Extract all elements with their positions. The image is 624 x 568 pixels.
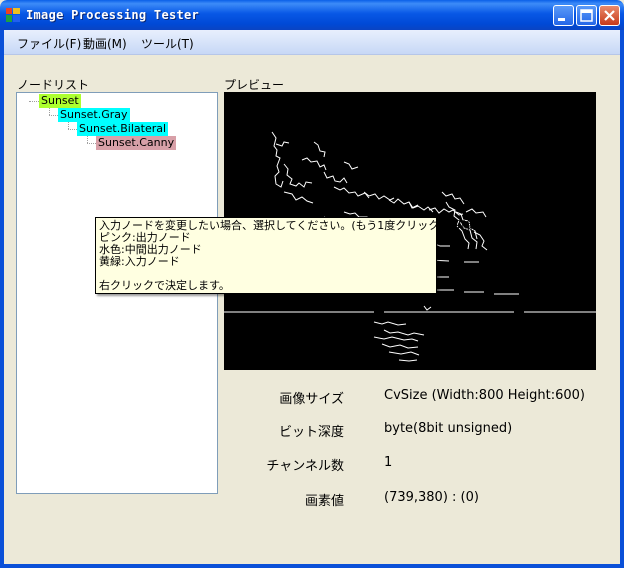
bit-depth-label: ビット深度	[278, 425, 344, 440]
close-icon	[604, 10, 615, 21]
tree-node-sunset-bilateral[interactable]: Sunset.Bilateral	[77, 122, 169, 136]
tooltip-line-6: 右クリックで決定します。	[99, 279, 230, 292]
image-size-value: CvSize (Width:800 Height:600)	[384, 388, 585, 403]
tooltip-line-4: 黄緑:入力ノード	[99, 255, 180, 268]
node-list-label: ノードリスト	[17, 78, 90, 92]
pixel-value-value: (739,380) : (0)	[384, 490, 479, 505]
menu-file[interactable]: ファイル(F)	[17, 35, 81, 52]
pixel-value-label: 画素値	[304, 494, 344, 509]
maximize-icon	[580, 9, 593, 22]
menu-tools[interactable]: ツール(T)	[141, 35, 194, 52]
image-size-label: 画像サイズ	[279, 392, 344, 407]
window-title: Image Processing Tester	[26, 8, 200, 22]
maximize-button[interactable]	[576, 5, 597, 26]
minimize-button[interactable]	[553, 5, 574, 26]
node-tooltip: 入力ノードを変更したい場合、選択してください。(もう1度クリックで解除) ピンク…	[95, 217, 477, 294]
channel-count-value: 1	[384, 455, 393, 470]
main-window: Image Processing Tester ファイル(F) 動画(M) ツー…	[0, 0, 624, 568]
title-bar[interactable]: Image Processing Tester	[0, 0, 624, 30]
minimize-icon	[558, 18, 565, 21]
window-frame-left	[0, 30, 4, 568]
window-frame-right	[620, 30, 624, 568]
bit-depth-value: byte(8bit unsigned)	[384, 421, 513, 436]
tree-node-sunset-canny[interactable]: Sunset.Canny	[96, 136, 177, 150]
close-button[interactable]	[599, 5, 620, 26]
window-frame-bottom	[0, 564, 624, 568]
menu-video[interactable]: 動画(M)	[83, 35, 127, 52]
preview-label: プレビュー	[224, 78, 285, 92]
menu-bar: ファイル(F) 動画(M) ツール(T)	[4, 30, 620, 55]
tree-node-sunset-gray[interactable]: Sunset.Gray	[58, 108, 130, 122]
tree-node-sunset[interactable]: Sunset	[39, 94, 81, 108]
app-icon	[6, 8, 20, 22]
channel-count-label: チャンネル数	[266, 459, 344, 474]
